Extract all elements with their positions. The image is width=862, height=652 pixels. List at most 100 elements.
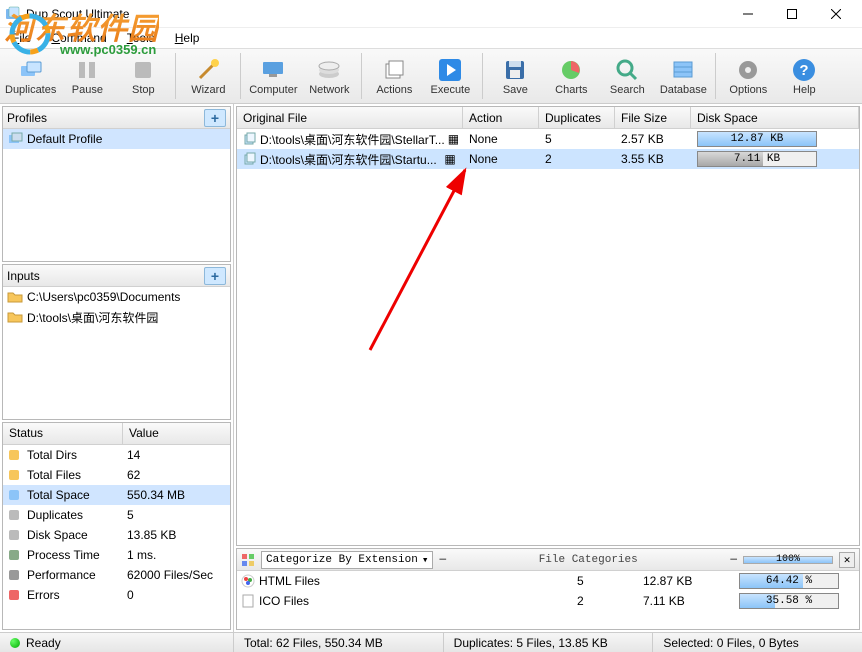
categories-panel: Categorize By Extension▾ — File Categori… [236,548,860,630]
categories-label: File Categories [452,554,724,566]
network-icon [315,56,343,84]
file-icon [243,152,257,166]
status-key: Duplicates [27,508,127,522]
status-row[interactable]: Process Time1 ms. [3,545,230,565]
toolbar-search[interactable]: Search [601,51,653,101]
table-row[interactable]: D:\tools\桌面\河东软件园\Startu...▦None23.55 KB… [237,149,859,169]
profiles-title: Profiles [7,111,204,125]
category-icon [241,594,255,608]
menu-help[interactable]: Help [167,29,208,47]
toolbar-database[interactable]: Database [657,51,709,101]
status-row-icon [7,448,23,462]
col-duplicates[interactable]: Duplicates [539,107,615,128]
status-key: Performance [27,568,127,582]
toolbar-pause[interactable]: Pause [61,51,113,101]
minimize-button[interactable] [726,0,770,28]
status-value: 62 [127,468,226,482]
folder-icon [7,289,23,305]
status-row[interactable]: Performance62000 Files/Sec [3,565,230,585]
status-row[interactable]: Errors0 [3,585,230,605]
category-label: HTML Files [259,574,320,588]
toolbar-computer[interactable]: Computer [247,51,299,101]
profile-item[interactable]: Default Profile [3,129,230,149]
row-menu-icon[interactable]: ▦ [448,132,459,146]
folder-icon [7,309,23,325]
category-row[interactable]: ICO Files27.11 KB35.58 % [237,591,859,611]
help-icon: ? [790,56,818,84]
category-row[interactable]: HTML Files512.87 KB64.42 % [237,571,859,591]
status-row[interactable]: Total Dirs14 [3,445,230,465]
cell-action: None [463,132,539,146]
inputs-panel: Inputs+ C:\Users\pc0359\DocumentsD:\tool… [2,264,231,420]
status-row[interactable]: Disk Space13.85 KB [3,525,230,545]
toolbar-stop[interactable]: Stop [117,51,169,101]
add-input-button[interactable]: + [204,267,226,285]
status-key: Total Space [27,488,127,502]
toolbar-actions[interactable]: Actions [368,51,420,101]
disk-space-bar: 12.87 KB [697,131,817,147]
cell-size: 2.57 KB [615,132,691,146]
categories-icon [241,553,255,567]
toolbar-wizard[interactable]: Wizard [182,51,234,101]
cell-size: 3.55 KB [615,152,691,166]
actions-icon [380,56,408,84]
input-item[interactable]: C:\Users\pc0359\Documents [3,287,230,307]
menu-command[interactable]: Command [43,29,114,47]
statusbar-selected: Selected: 0 Files, 0 Bytes [653,633,862,652]
status-row[interactable]: Total Files62 [3,465,230,485]
menu-tools[interactable]: Tools [119,29,163,47]
category-icon [241,574,255,588]
close-button[interactable] [814,0,858,28]
categories-close-button[interactable]: ✕ [839,552,855,568]
titlebar: Dup Scout Ultimate [0,0,862,28]
status-value: 0 [127,588,226,602]
toolbar-execute[interactable]: Execute [424,51,476,101]
status-row-icon [7,548,23,562]
svg-text:?: ? [800,62,809,79]
toolbar-options[interactable]: Options [722,51,774,101]
category-pct-bar: 35.58 % [739,593,839,609]
save-icon [501,56,529,84]
toolbar-charts[interactable]: Charts [545,51,597,101]
left-panel: Profiles+ Default Profile Inputs+ C:\Use… [0,104,234,632]
table-row[interactable]: D:\tools\桌面\河东软件园\StellarT...▦None52.57 … [237,129,859,149]
search-icon [613,56,641,84]
category-count: 5 [577,574,637,588]
toolbar-network[interactable]: Network [303,51,355,101]
row-menu-icon[interactable]: ▦ [443,152,457,166]
maximize-button[interactable] [770,0,814,28]
status-row[interactable]: Duplicates5 [3,505,230,525]
toolbar-help[interactable]: ?Help [778,51,830,101]
ready-dot-icon [10,638,20,648]
execute-icon [436,56,464,84]
status-panel: Status Value Total Dirs14Total Files62To… [2,422,231,630]
add-profile-button[interactable]: + [204,109,226,127]
category-size: 12.87 KB [643,574,733,588]
menubar: File Command Tools Help [0,28,862,48]
status-value: 13.85 KB [127,528,226,542]
col-disk-space[interactable]: Disk Space [691,107,859,128]
col-action[interactable]: Action [463,107,539,128]
status-header-key: Status [3,423,123,444]
status-row-icon [7,588,23,602]
col-file-size[interactable]: File Size [615,107,691,128]
menu-file[interactable]: File [4,29,39,47]
toolbar-duplicates[interactable]: Duplicates [4,51,57,101]
categories-slider[interactable]: 100% [743,556,833,564]
cell-duplicates: 2 [539,152,615,166]
input-path: C:\Users\pc0359\Documents [27,290,180,304]
statusbar: Ready Total: 62 Files, 550.34 MB Duplica… [0,632,862,652]
file-path: D:\tools\桌面\河东软件园\Startu... [260,151,437,168]
input-item[interactable]: D:\tools\桌面\河东软件园 [3,307,230,327]
status-key: Errors [27,588,127,602]
status-row-icon [7,528,23,542]
disk-space-bar: 7.11 KB [697,151,817,167]
col-original-file[interactable]: Original File [237,107,463,128]
category-label: ICO Files [259,594,309,608]
status-value: 550.34 MB [127,488,226,502]
profiles-panel: Profiles+ Default Profile [2,106,231,262]
status-row[interactable]: Total Space550.34 MB [3,485,230,505]
categorize-combo[interactable]: Categorize By Extension▾ [261,551,433,569]
toolbar-save[interactable]: Save [489,51,541,101]
status-value: 62000 Files/Sec [127,568,226,582]
